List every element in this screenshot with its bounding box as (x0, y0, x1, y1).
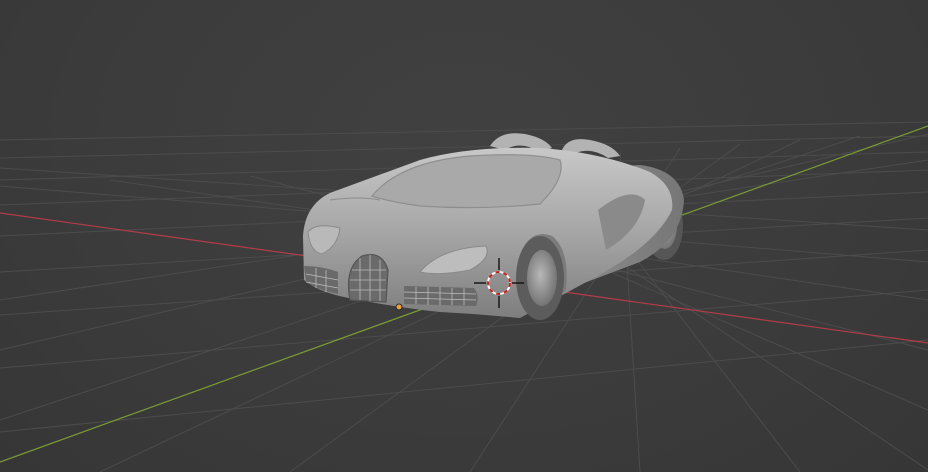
right-intake (404, 286, 478, 306)
object-origin-dot[interactable] (395, 303, 403, 311)
viewport-canvas[interactable] (0, 0, 928, 472)
3d-viewport[interactable] (0, 0, 928, 472)
